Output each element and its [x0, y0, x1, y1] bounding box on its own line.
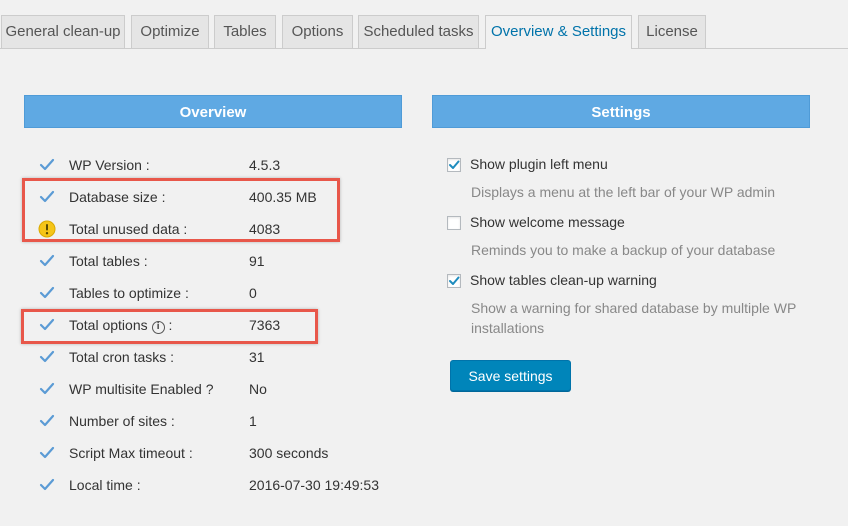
overview-value: No [249, 381, 267, 397]
checkmark-icon [449, 276, 460, 285]
check-icon [39, 286, 55, 299]
overview-label: Local time : [69, 477, 141, 493]
highlight-box-options [21, 309, 318, 344]
check-icon [39, 382, 55, 395]
checkbox-show-tables-clean-up-warning[interactable] [447, 274, 461, 288]
checkmark-icon [449, 160, 460, 169]
overview-header: Overview [24, 95, 402, 128]
tab-tables[interactable]: Tables [214, 15, 276, 48]
overview-value: 2016-07-30 19:49:53 [249, 477, 379, 493]
tab-general-clean-up[interactable]: General clean-up [1, 15, 125, 48]
highlight-box-database [22, 178, 340, 242]
check-icon [39, 446, 55, 459]
overview-label: Number of sites : [69, 413, 175, 429]
tab-scheduled-tasks[interactable]: Scheduled tasks [358, 15, 479, 48]
tab-bar: General clean-up Optimize Tables Options… [0, 0, 848, 49]
overview-value: 31 [249, 349, 265, 365]
setting-title: Show welcome message [470, 214, 625, 230]
checkbox-show-welcome-message[interactable] [447, 216, 461, 230]
check-icon [39, 158, 55, 171]
overview-value: 300 seconds [249, 445, 329, 461]
setting-description: Displays a menu at the left bar of your … [471, 184, 775, 200]
overview-value: 91 [249, 253, 265, 269]
tab-optimize[interactable]: Optimize [131, 15, 209, 48]
check-icon [39, 254, 55, 267]
overview-label: WP Version : [69, 157, 150, 173]
check-icon [39, 350, 55, 363]
check-icon [39, 478, 55, 491]
save-settings-button[interactable]: Save settings [450, 360, 571, 391]
overview-label: WP multisite Enabled ? [69, 381, 214, 397]
checkbox-show-plugin-left-menu[interactable] [447, 158, 461, 172]
setting-title: Show tables clean-up warning [470, 272, 657, 288]
tab-overview-settings[interactable]: Overview & Settings [485, 15, 632, 49]
overview-label: Tables to optimize : [69, 285, 189, 301]
overview-value: 1 [249, 413, 257, 429]
overview-label: Total cron tasks : [69, 349, 175, 365]
check-icon [39, 414, 55, 427]
setting-title: Show plugin left menu [470, 156, 608, 172]
setting-description: Show a warning for shared database by mu… [471, 300, 797, 336]
overview-value: 0 [249, 285, 257, 301]
tab-license[interactable]: License [638, 15, 706, 48]
overview-label: Script Max timeout : [69, 445, 193, 461]
overview-label: Total tables : [69, 253, 148, 269]
tab-options[interactable]: Options [282, 15, 353, 48]
overview-value: 4.5.3 [249, 157, 281, 173]
setting-description: Reminds you to make a backup of your dat… [471, 242, 776, 258]
settings-header: Settings [432, 95, 810, 128]
